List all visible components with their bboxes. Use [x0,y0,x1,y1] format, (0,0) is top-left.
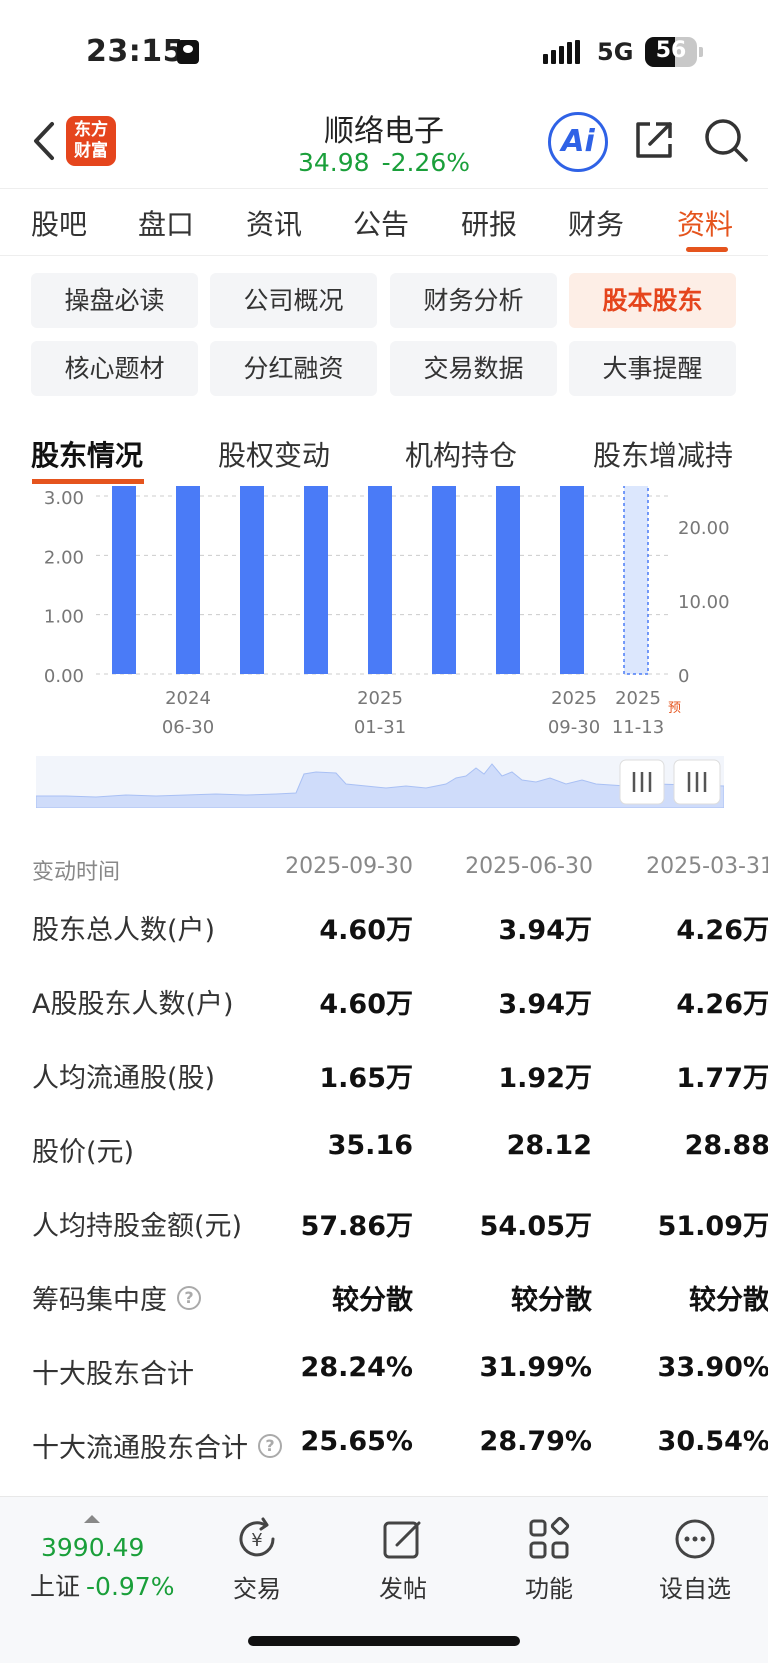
stock-header: 东方 财富 顺络电子 34.98 -2.26% Ai [0,100,768,186]
chart-bar[interactable] [496,486,520,674]
ai-button[interactable]: Ai [548,112,608,172]
grid-icon [529,1516,570,1559]
left-axis-tick: 3.00 [44,488,84,509]
table-header-label: 变动时间 [32,860,121,885]
chip-financial-analysis[interactable]: 财务分析 [390,273,557,328]
home-indicator [248,1636,520,1646]
stock-change: -2.26% [381,148,471,177]
network-type: 5G [597,38,634,66]
table-row: 股价(元) 35.16 28.12 28.88 [32,1130,768,1168]
tab-guba[interactable]: 股吧 [31,203,87,243]
chart-bar[interactable] [560,486,584,674]
index-ticker[interactable]: 3990.49 上证 -0.97% [30,1507,190,1607]
x-axis-date: 06-30 [162,717,214,738]
chip-events[interactable]: 大事提醒 [569,341,736,396]
x-axis-year: 2025 [551,688,597,709]
table-row: 股东总人数(户) 4.60万 3.94万 4.26万 [32,915,768,946]
shareholder-table[interactable]: 变动时间 2025-09-30 2025-06-30 2025-03-31 股东… [0,840,768,1480]
status-bar: 23:15 5G 56 [0,0,768,100]
tab-pankou[interactable]: 盘口 [138,203,194,243]
right-axis-tick: 0 [678,666,689,687]
help-icon[interactable]: ? [258,1433,282,1458]
svg-text:¥: ¥ [251,1530,262,1551]
column-header: 2025-03-31 [646,854,768,879]
more-dots-icon [675,1519,715,1559]
right-axis-tick: 20.00 [678,518,730,539]
table-row: 人均持股金额(元) 57.86万 54.05万 51.09万 [32,1211,768,1242]
table-header: 变动时间 2025-09-30 2025-06-30 2025-03-31 [0,840,768,890]
battery-icon: 56 [645,37,697,67]
x-axis-date: 01-31 [354,717,406,738]
table-row: 筹码集中度? 较分散 较分散 较分散 [32,1285,768,1316]
tab-announcement[interactable]: 公告 [353,203,409,243]
chart-range-navigator[interactable] [36,756,724,808]
subtab-holders[interactable]: 股东情况 [31,434,143,474]
battery-level: 56 [655,38,687,63]
chip-trading-data[interactable]: 交易数据 [390,341,557,396]
table-row: 十大流通股东合计? 25.65% 28.79% 30.54% [32,1426,768,1464]
share-icon[interactable] [630,116,678,164]
help-icon[interactable]: ? [177,1285,201,1310]
chip-core-themes[interactable]: 核心题材 [31,341,198,396]
left-axis-tick: 2.00 [44,547,84,568]
column-header: 2025-09-30 [285,854,413,879]
nav-post[interactable]: 发帖 [348,1515,458,1605]
chart-bar[interactable] [432,486,456,674]
top-tabs: 股吧 盘口 资讯 公告 研报 财务 资料 [0,188,768,256]
status-time: 23:15 [86,34,184,69]
nav-functions[interactable]: 功能 [494,1515,604,1605]
subtab-equity-change[interactable]: 股权变动 [218,434,330,474]
chip-company-overview[interactable]: 公司概况 [210,273,377,328]
chart-bar[interactable] [240,486,264,674]
index-name: 上证 -0.97% [30,1572,175,1601]
x-axis-date: 11-13 [612,717,664,738]
signal-icon [543,40,580,64]
chip-trading-guide[interactable]: 操盘必读 [31,273,198,328]
forecast-mark: 预 [668,701,681,716]
chart-bar[interactable] [368,486,392,674]
tab-news[interactable]: 资讯 [246,203,302,243]
x-axis-year: 2025 [615,688,661,709]
column-header: 2025-06-30 [465,854,593,879]
table-row: 十大股东合计 28.24% 31.99% 33.90% [32,1352,768,1390]
nav-trade[interactable]: ¥ 交易 [202,1515,312,1605]
left-axis-tick: 0.00 [44,666,84,687]
subtab-active-indicator [32,479,144,484]
chart-bar[interactable] [176,486,200,674]
edit-icon [383,1521,421,1559]
search-icon[interactable] [702,116,750,164]
caret-up-icon [84,1515,100,1523]
sub-tabs: 股东情况 股权变动 机构持仓 股东增减持 [0,420,768,484]
index-value: 3990.49 [41,1533,145,1562]
tab-research[interactable]: 研报 [461,203,517,243]
left-axis-tick: 1.00 [44,607,84,628]
subtab-holding-change[interactable]: 股东增减持 [593,434,733,474]
chart-bar[interactable] [112,486,136,674]
right-axis-tick: 10.00 [678,592,730,613]
yuan-cycle-icon: ¥ [239,1517,275,1557]
battery-tip [699,47,703,57]
stock-price: 34.98 [297,148,370,177]
nav-watchlist[interactable]: 设自选 [640,1515,750,1605]
subtab-institutions[interactable]: 机构持仓 [405,434,517,474]
x-axis-date: 09-30 [548,717,600,738]
table-row: 人均流通股(股) 1.65万 1.92万 1.77万 [32,1063,768,1094]
tab-finance[interactable]: 财务 [568,203,624,243]
table-row: A股股东人数(户) 4.60万 3.94万 4.26万 [32,989,768,1020]
x-axis-year: 2024 [165,688,211,709]
chart-bar[interactable] [304,486,328,674]
tab-profile[interactable]: 资料 [677,203,733,243]
shareholder-chart: 3.00 2.00 1.00 0.00 20.00 10.00 0 2024 06-30 2025… [44,486,730,738]
chip-dividends[interactable]: 分红融资 [210,341,377,396]
contact-card-icon [177,40,199,64]
chip-shareholders[interactable]: 股本股东 [569,273,736,328]
forecast-bar[interactable] [623,486,649,675]
index-change: -0.97% [86,1572,175,1601]
tab-active-indicator [686,247,728,252]
x-axis-year: 2025 [357,688,403,709]
